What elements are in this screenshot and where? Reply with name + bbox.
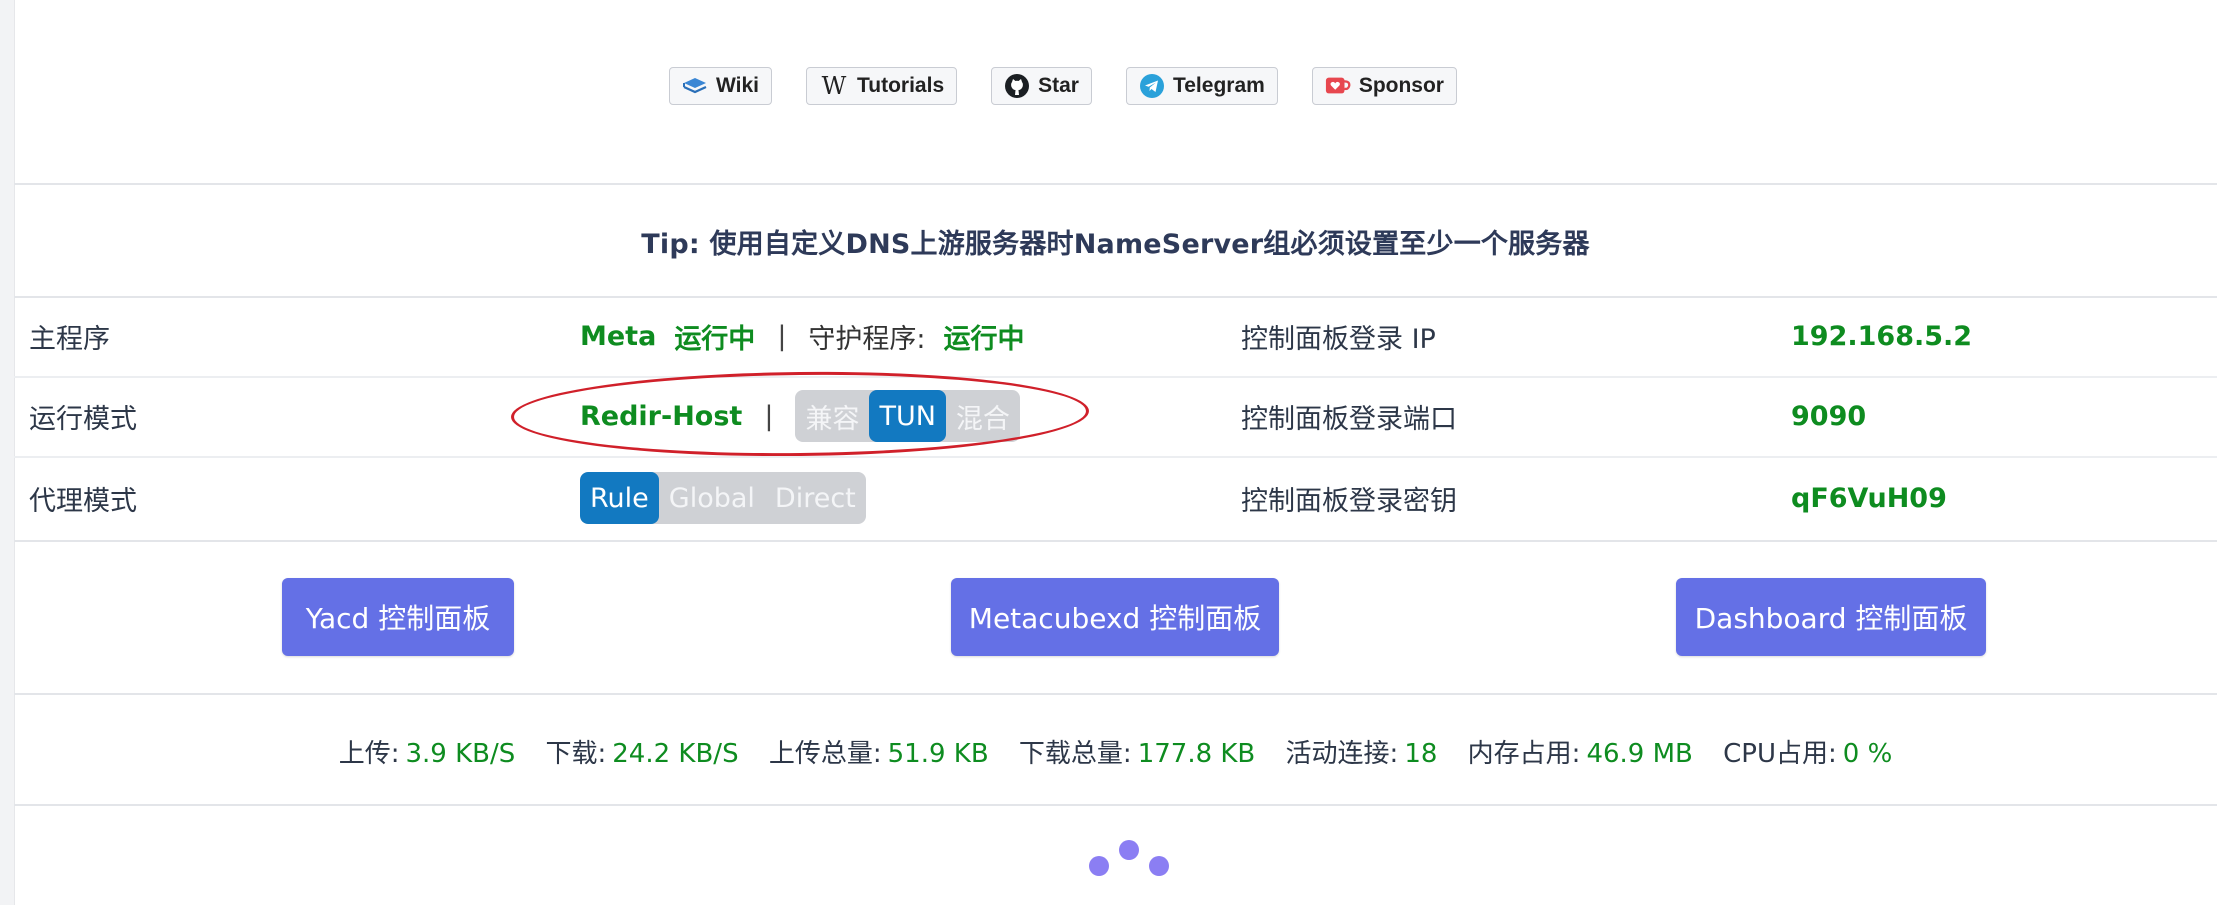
core-state: 运行中 bbox=[674, 323, 756, 355]
tutorials-link[interactable]: W Tutorials bbox=[806, 67, 958, 105]
left-edge bbox=[0, 0, 15, 905]
download-rate-value: 24.2 KB/S bbox=[612, 739, 739, 769]
book-icon bbox=[682, 73, 708, 99]
wikipedia-icon: W bbox=[821, 72, 847, 100]
download-rate-label: 下载: bbox=[545, 739, 607, 769]
divider-top bbox=[14, 183, 2217, 185]
run-mode-option-mixed[interactable]: 混合 bbox=[946, 390, 1020, 442]
sponsor-link[interactable]: Sponsor bbox=[1311, 67, 1457, 105]
secret-value: qF6VuH09 bbox=[1791, 482, 1947, 514]
kofi-cup-icon bbox=[1325, 73, 1351, 99]
telegram-icon bbox=[1139, 73, 1165, 99]
status-separator: | bbox=[777, 320, 787, 352]
traffic-stats: 上传: 3.9 KB/S 下载: 24.2 KB/S 上传总量: 51.9 KB 下载… bbox=[14, 733, 2217, 770]
core-name: Meta bbox=[580, 320, 657, 352]
run-mode-value: Redir-Host bbox=[580, 400, 743, 432]
run-mode-row: 运行模式 Redir-Host | 兼容 TUN 混合 控制面板登录端口 909… bbox=[14, 376, 2217, 456]
star-link-label: Star bbox=[1038, 74, 1079, 97]
loader-dot bbox=[1149, 856, 1169, 876]
upload-total-value: 51.9 KB bbox=[887, 739, 989, 769]
divider-stats bbox=[14, 804, 2217, 806]
run-mode-label: 运行模式 bbox=[29, 403, 137, 435]
active-connections-label: 活动连接: bbox=[1285, 739, 1399, 769]
divider-buttons bbox=[14, 693, 2217, 695]
proxy-mode-switch: Rule Global Direct bbox=[580, 472, 866, 524]
divider-row3 bbox=[14, 540, 2217, 542]
upload-rate-value: 3.9 KB/S bbox=[405, 739, 516, 769]
page: Wiki W Tutorials Star Telegram Sponsor T… bbox=[14, 0, 2217, 905]
telegram-link[interactable]: Telegram bbox=[1125, 67, 1278, 105]
upload-total-label: 上传总量: bbox=[768, 739, 882, 769]
yacd-dashboard-button[interactable]: Yacd 控制面板 bbox=[282, 578, 514, 656]
run-mode-option-tun[interactable]: TUN bbox=[869, 390, 946, 442]
guard-label: 守护程序: bbox=[808, 323, 926, 355]
memory-usage-label: 内存占用: bbox=[1467, 739, 1581, 769]
main-program-label: 主程序 bbox=[29, 323, 110, 355]
proxy-mode-label: 代理模式 bbox=[29, 485, 137, 517]
sponsor-link-label: Sponsor bbox=[1358, 74, 1444, 97]
port-label: 控制面板登录端口 bbox=[1241, 403, 1457, 435]
telegram-link-label: Telegram bbox=[1172, 74, 1265, 97]
active-connections-value: 18 bbox=[1404, 739, 1438, 769]
ip-value: 192.168.5.2 bbox=[1791, 320, 1973, 352]
proxy-mode-option-direct[interactable]: Direct bbox=[765, 472, 866, 524]
ip-label: 控制面板登录 IP bbox=[1241, 323, 1436, 355]
proxy-mode-controls: Rule Global Direct bbox=[580, 456, 866, 540]
metacubexd-dashboard-button[interactable]: Metacubexd 控制面板 bbox=[951, 578, 1279, 656]
memory-usage-value: 46.9 MB bbox=[1586, 739, 1693, 769]
wiki-link-label: Wiki bbox=[716, 74, 759, 97]
proxy-mode-option-rule[interactable]: Rule bbox=[580, 472, 659, 524]
top-links: Wiki W Tutorials Star Telegram Sponsor bbox=[14, 67, 2217, 107]
proxy-mode-row: 代理模式 Rule Global Direct 控制面板登录密钥 qF6VuH0… bbox=[14, 456, 2217, 540]
port-value: 9090 bbox=[1791, 400, 1867, 432]
dashboard-dashboard-button[interactable]: Dashboard 控制面板 bbox=[1676, 578, 1986, 656]
download-total-value: 177.8 KB bbox=[1137, 739, 1256, 769]
tip-text: Tip: 使用自定义DNS上游服务器时NameServer组必须设置至少一个服务… bbox=[641, 229, 1590, 260]
loader-dot bbox=[1119, 840, 1139, 860]
run-mode-separator: | bbox=[764, 400, 774, 432]
download-total-label: 下载总量: bbox=[1018, 739, 1132, 769]
wiki-link[interactable]: Wiki bbox=[669, 67, 772, 105]
loader-dot bbox=[1089, 856, 1109, 876]
upload-rate-label: 上传: bbox=[338, 739, 400, 769]
run-mode-controls: Redir-Host | 兼容 TUN 混合 bbox=[580, 376, 1020, 456]
cpu-usage-label: CPU占用: bbox=[1723, 739, 1837, 769]
loading-indicator bbox=[1089, 838, 1169, 878]
proxy-mode-option-global[interactable]: Global bbox=[659, 472, 765, 524]
main-program-status: Meta 运行中 | 守护程序: 运行中 bbox=[580, 296, 1025, 376]
secret-label: 控制面板登录密钥 bbox=[1241, 485, 1457, 517]
github-icon bbox=[1004, 73, 1030, 99]
status-row: 主程序 Meta 运行中 | 守护程序: 运行中 控制面板登录 IP 192.1… bbox=[14, 296, 2217, 376]
run-mode-option-compat[interactable]: 兼容 bbox=[795, 390, 869, 442]
run-mode-switch: 兼容 TUN 混合 bbox=[795, 390, 1020, 442]
star-link[interactable]: Star bbox=[991, 67, 1092, 105]
tutorials-link-label: Tutorials bbox=[857, 74, 945, 97]
guard-state: 运行中 bbox=[943, 323, 1025, 355]
cpu-usage-value: 0 % bbox=[1842, 739, 1893, 769]
